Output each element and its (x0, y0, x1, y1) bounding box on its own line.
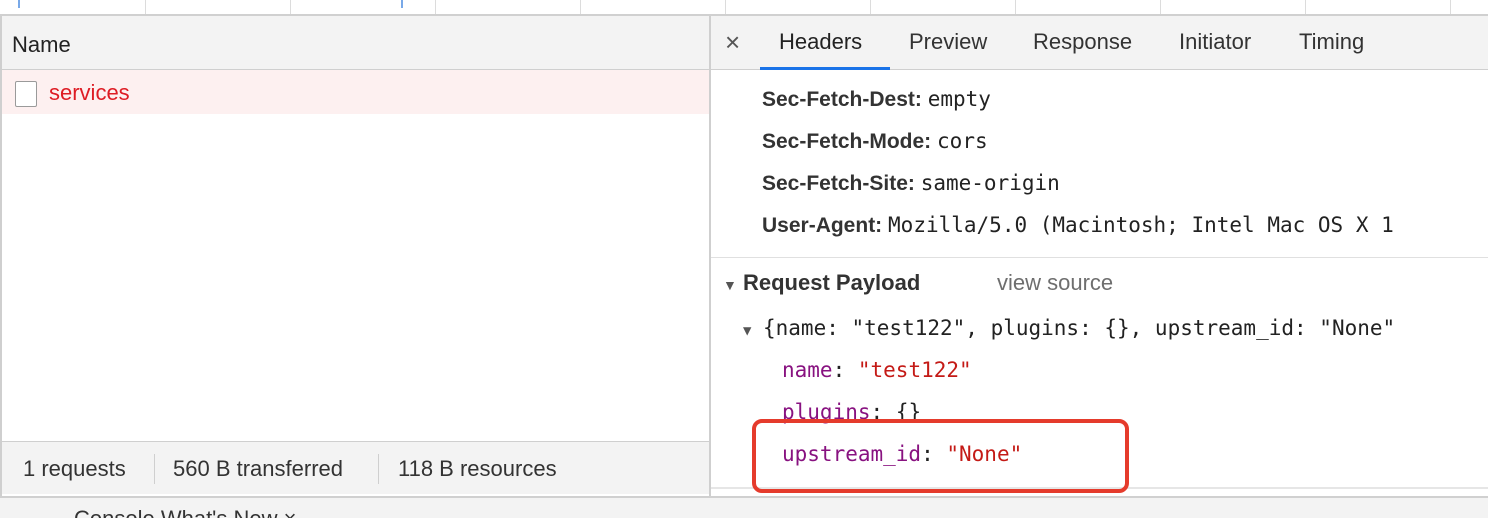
property-value: "test122" (857, 358, 972, 382)
request-count: 1 requests (23, 456, 126, 481)
payload-property: name: "test122" (782, 358, 972, 382)
timeline-marker (18, 0, 20, 8)
request-name: services (49, 80, 130, 105)
request-list-panel: Name services 1 requests 560 B transferr… (0, 16, 709, 496)
expand-triangle-icon: ▼ (743, 323, 752, 339)
request-row-services[interactable]: services (2, 70, 709, 114)
expand-triangle-icon: ▼ (723, 277, 737, 293)
timeline-tick (1305, 0, 1306, 14)
status-divider (378, 454, 379, 484)
header-row: Sec-Fetch-Dest: empty (762, 87, 991, 112)
timeline-tick (1160, 0, 1161, 14)
header-row: Sec-Fetch-Mode: cors (762, 129, 988, 154)
header-row: Sec-Fetch-Site: same-origin (762, 171, 1060, 196)
header-name: Sec-Fetch-Site: (762, 172, 915, 195)
close-icon[interactable]: × (725, 27, 740, 58)
name-column-label: Name (12, 32, 71, 57)
timeline-tick (870, 0, 871, 14)
header-value: same-origin (920, 171, 1060, 195)
timeline-tick (725, 0, 726, 14)
header-value: cors (937, 129, 988, 153)
timeline-tick (145, 0, 146, 14)
tab-timing[interactable]: Timing (1299, 29, 1364, 55)
timeline-tick (290, 0, 291, 14)
drawer-tab-strip: Console What's New × (0, 496, 1488, 518)
header-name: Sec-Fetch-Dest: (762, 88, 922, 111)
drawer-tabs-label[interactable]: Console What's New × (74, 506, 296, 518)
payload-summary: {name: "test122", plugins: {}, upstream_… (763, 316, 1396, 340)
request-payload-section-toggle[interactable]: ▼ Request Payload (723, 270, 920, 296)
property-colon: : (832, 358, 858, 382)
payload-object-toggle[interactable]: ▼ {name: "test122", plugins: {}, upstream… (743, 316, 1395, 340)
header-row: User-Agent: Mozilla/5.0 (Macintosh; Inte… (762, 213, 1394, 238)
header-value: Mozilla/5.0 (Macintosh; Intel Mac OS X 1 (888, 213, 1394, 237)
tab-headers[interactable]: Headers (779, 29, 862, 55)
tab-preview[interactable]: Preview (909, 29, 987, 55)
section-divider (711, 257, 1488, 258)
details-tab-bar: × Headers Preview Response Initiator Tim… (711, 16, 1488, 70)
highlight-annotation (752, 419, 1129, 493)
timeline-tick (1450, 0, 1451, 14)
request-payload-title: Request Payload (743, 270, 921, 295)
status-divider (154, 454, 155, 484)
timeline-tick (580, 0, 581, 14)
header-name: User-Agent: (762, 214, 883, 237)
tab-response[interactable]: Response (1033, 29, 1132, 55)
timeline-marker (401, 0, 403, 8)
transferred-size: 560 B transferred (173, 456, 343, 481)
active-tab-indicator (760, 67, 890, 70)
header-value: empty (927, 87, 991, 111)
tab-initiator[interactable]: Initiator (1179, 29, 1251, 55)
name-column-header[interactable]: Name (2, 16, 709, 70)
view-source-link[interactable]: view source (997, 270, 1113, 296)
header-name: Sec-Fetch-Mode: (762, 130, 932, 153)
network-status-bar: 1 requests 560 B transferred 118 B resou… (2, 441, 709, 494)
file-icon (15, 81, 37, 107)
property-key: name (782, 358, 833, 382)
resources-size: 118 B resources (398, 456, 557, 481)
timeline-tick (435, 0, 436, 14)
top-toolbar-strip (0, 0, 1488, 16)
timeline-tick (1015, 0, 1016, 14)
